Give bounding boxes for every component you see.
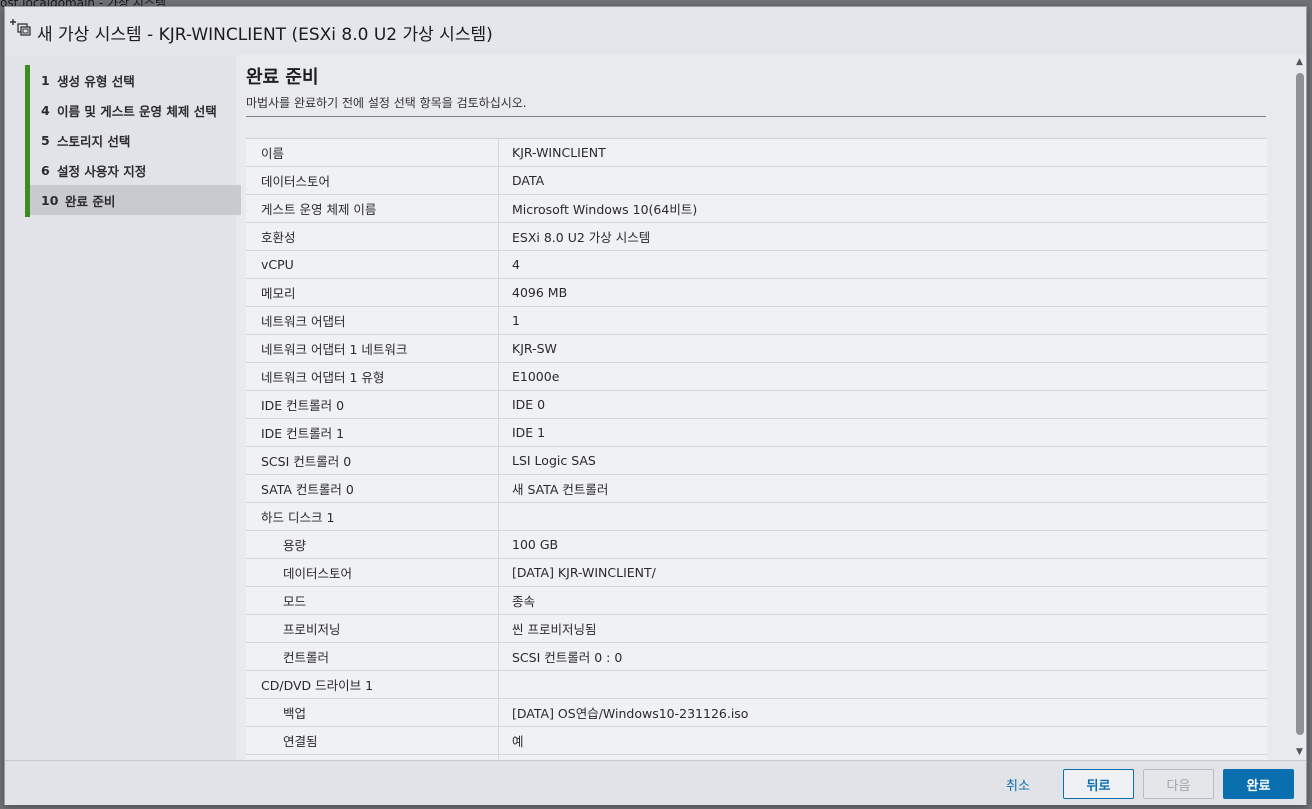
row-value: 100 GB (512, 537, 559, 552)
row-value: KJR-WINCLIENT (512, 145, 606, 160)
nav-step-number: 1 (41, 72, 50, 88)
row-value: 예 (512, 734, 524, 749)
table-row: 컨트롤러 SCSI 컨트롤러 0 : 0 (246, 643, 1267, 671)
nav-step-label: 생성 유형 선택 (57, 73, 135, 89)
row-key: 네트워크 어댑터 1 유형 (246, 363, 499, 390)
nav-step-6[interactable]: 6 설정 사용자 지정 (30, 155, 241, 185)
table-row: 프로비저닝 씬 프로비저닝됨 (246, 615, 1267, 643)
row-value: 4096 MB (512, 285, 568, 300)
row-key: 메모리 (246, 279, 499, 306)
row-key: 이름 (246, 139, 499, 166)
table-row: CD/DVD 드라이브 1 (246, 671, 1267, 699)
table-row: 데이터스토어 [DATA] KJR-WINCLIENT/ (246, 559, 1267, 587)
table-row: 네트워크 어댑터 1 (246, 307, 1267, 335)
row-value (499, 671, 1267, 698)
table-row: 메모리 4096 MB (246, 279, 1267, 307)
table-row: 모드 종속 (246, 587, 1267, 615)
page-subtitle: 마법사를 완료하기 전에 설정 선택 항목을 검토하십시오. (246, 96, 527, 110)
table-row: 연결됨 예 (246, 727, 1267, 755)
new-vm-icon (9, 17, 31, 39)
row-key: 용량 (246, 531, 499, 558)
row-value: [DATA] KJR-WINCLIENT/ (512, 565, 656, 580)
table-row: IDE 컨트롤러 0 IDE 0 (246, 391, 1267, 419)
row-key: CD/DVD 드라이브 1 (246, 671, 499, 698)
page-title: 완료 준비 (246, 67, 319, 88)
table-row: vCPU 4 (246, 251, 1267, 279)
row-value (499, 503, 1267, 530)
row-key: IDE 컨트롤러 1 (246, 419, 499, 446)
nav-step-5[interactable]: 5 스토리지 선택 (30, 125, 241, 155)
nav-step-label: 스토리지 선택 (57, 133, 131, 149)
row-key: 데이터스토어 (246, 559, 499, 586)
row-key: 게스트 운영 체제 이름 (246, 195, 499, 222)
nav-step-label: 완료 준비 (65, 193, 116, 209)
table-row: 이름 KJR-WINCLIENT (246, 139, 1267, 167)
dialog-title-bar: 새 가상 시스템 - KJR-WINCLIENT (ESXi 8.0 U2 가상… (5, 7, 1306, 55)
cancel-button[interactable]: 취소 (985, 769, 1051, 799)
back-button[interactable]: 뒤로 (1063, 769, 1134, 799)
row-value: 종속 (512, 594, 536, 609)
row-value: SCSI 컨트롤러 0 : 0 (512, 650, 623, 665)
row-key: 네트워크 어댑터 1 네트워크 (246, 335, 499, 362)
table-row: 호환성 ESXi 8.0 U2 가상 시스템 (246, 223, 1267, 251)
row-value: IDE 1 (512, 425, 546, 440)
row-value: IDE 0 (512, 397, 546, 412)
scrollbar-thumb[interactable] (1296, 73, 1304, 735)
nav-step-10-active[interactable]: 10 완료 준비 (30, 185, 241, 215)
row-key: vCPU (246, 251, 499, 278)
row-key: 데이터스토어 (246, 167, 499, 194)
row-key: 네트워크 어댑터 (246, 307, 499, 334)
dialog-footer: 취소 뒤로 다음 완료 (5, 760, 1306, 805)
row-key: 컨트롤러 (246, 643, 499, 670)
finish-button[interactable]: 완료 (1223, 769, 1294, 799)
row-value: LSI Logic SAS (512, 453, 596, 468)
scroll-up-arrow-icon[interactable]: ▲ (1296, 57, 1303, 67)
row-value: DATA (512, 173, 545, 188)
nav-step-number: 10 (41, 192, 59, 208)
nav-step-number: 4 (41, 102, 50, 118)
row-key: IDE 컨트롤러 0 (246, 391, 499, 418)
nav-step-number: 5 (41, 132, 50, 148)
row-value: 씬 프로비저닝됨 (512, 622, 597, 637)
row-value: ESXi 8.0 U2 가상 시스템 (512, 230, 651, 245)
table-row: 백업 [DATA] OS연습/Windows10-231126.iso (246, 699, 1267, 727)
row-value: Microsoft Windows 10(64비트) (512, 202, 698, 217)
scroll-down-arrow-icon[interactable]: ▼ (1296, 747, 1303, 757)
row-key: 호환성 (246, 223, 499, 250)
row-value: 1 (512, 313, 520, 328)
row-value: 4 (512, 257, 520, 272)
row-value: E1000e (512, 369, 560, 384)
table-row: 게스트 운영 체제 이름 Microsoft Windows 10(64비트) (246, 195, 1267, 223)
row-value: [DATA] OS연습/Windows10-231126.iso (512, 706, 749, 721)
nav-step-label: 설정 사용자 지정 (57, 163, 147, 179)
nav-step-number: 6 (41, 162, 50, 178)
nav-step-4[interactable]: 4 이름 및 게스트 운영 체제 선택 (30, 95, 241, 125)
row-key: 모드 (246, 587, 499, 614)
row-value: 새 SATA 컨트롤러 (512, 482, 609, 497)
table-row: 용량 100 GB (246, 531, 1267, 559)
row-key: 백업 (246, 699, 499, 726)
table-row: IDE 컨트롤러 1 IDE 1 (246, 419, 1267, 447)
row-key: SATA 컨트롤러 0 (246, 475, 499, 502)
nav-step-label: 이름 및 게스트 운영 체제 선택 (57, 103, 217, 119)
table-row: SATA 컨트롤러 0 새 SATA 컨트롤러 (246, 475, 1267, 503)
dialog-title: 새 가상 시스템 - KJR-WINCLIENT (ESXi 8.0 U2 가상… (37, 25, 493, 45)
vertical-scrollbar[interactable]: ▲ ▼ (1294, 55, 1306, 760)
nav-step-1[interactable]: 1 생성 유형 선택 (30, 65, 241, 95)
divider (246, 116, 1266, 117)
table-row: 데이터스토어 DATA (246, 167, 1267, 195)
row-key: 하드 디스크 1 (246, 503, 499, 530)
table-row: 하드 디스크 1 (246, 503, 1267, 531)
row-key: 연결됨 (246, 727, 499, 754)
table-row: 네트워크 어댑터 1 네트워크 KJR-SW (246, 335, 1267, 363)
wizard-steps-nav: 1 생성 유형 선택 4 이름 및 게스트 운영 체제 선택 5 스토리지 선택… (25, 65, 241, 217)
row-value: KJR-SW (512, 341, 557, 356)
table-row: 네트워크 어댑터 1 유형 E1000e (246, 363, 1267, 391)
table-row: SCSI 컨트롤러 0 LSI Logic SAS (246, 447, 1267, 475)
new-vm-wizard-dialog: 새 가상 시스템 - KJR-WINCLIENT (ESXi 8.0 U2 가상… (4, 6, 1307, 805)
summary-table: 이름 KJR-WINCLIENT 데이터스토어 DATA 게스트 운영 체제 이름 Mic… (246, 138, 1267, 761)
next-button[interactable]: 다음 (1143, 769, 1214, 799)
row-key: 프로비저닝 (246, 615, 499, 642)
row-key: SCSI 컨트롤러 0 (246, 447, 499, 474)
